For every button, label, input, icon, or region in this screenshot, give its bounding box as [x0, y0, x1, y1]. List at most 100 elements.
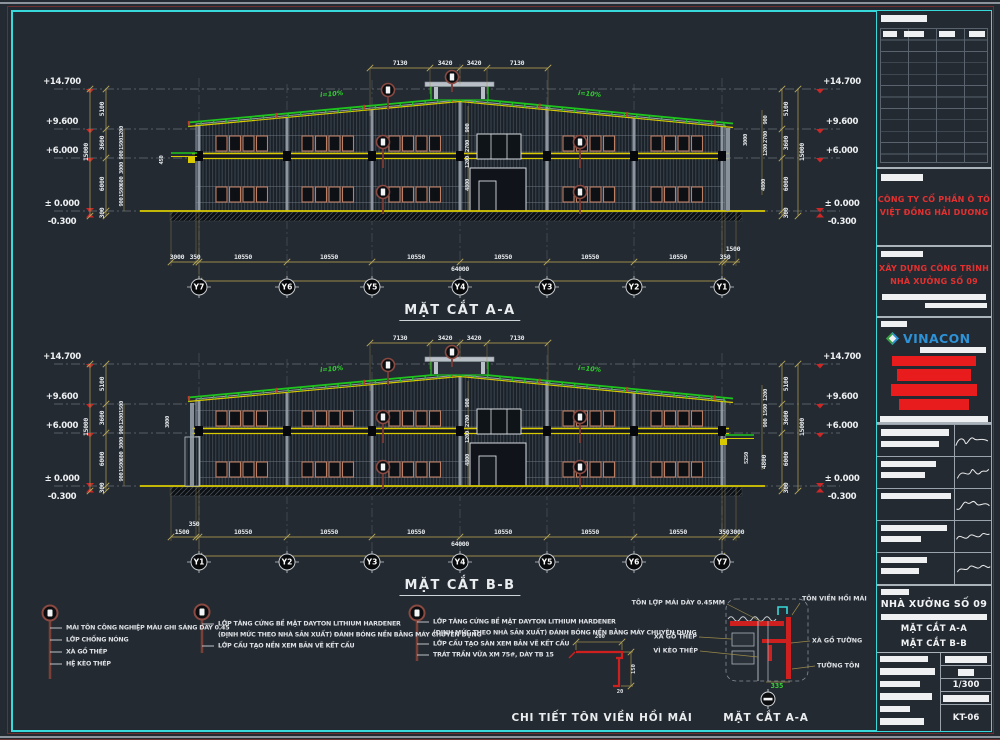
- cad-canvas: +14.700+9.600+6.000± 0.000-0.300 +14.700…: [0, 0, 1000, 740]
- company-name-line2: VIỆT ĐỒNG HẢI DƯƠNG: [877, 206, 991, 219]
- redacted-bar: [883, 31, 897, 37]
- redacted-bar: [881, 568, 919, 574]
- dim-label: 200: [595, 634, 605, 640]
- grid-bubble: Y6: [626, 554, 643, 571]
- dim-label: 20: [617, 689, 624, 695]
- bottom-divider: [0, 736, 1000, 738]
- drawing-scale: 1/300: [953, 680, 980, 690]
- redacted-bar: [880, 706, 910, 712]
- signature-section: [877, 424, 991, 584]
- logo-text: VINACON: [903, 331, 971, 346]
- project-line2: NHÀ XƯỞNG SỐ 09: [877, 275, 991, 288]
- vinacon-diamond-icon: [885, 331, 900, 346]
- grid-bubble: Y5: [364, 279, 381, 296]
- signature-row: [877, 552, 991, 584]
- section-b-title: MẶT CẮT B-B: [399, 578, 520, 596]
- redacted-bar: [969, 31, 985, 37]
- redacted-bar: [881, 614, 987, 620]
- signature-icon: [955, 493, 991, 517]
- footer-table: 1/300 KT-06: [877, 653, 991, 731]
- redacted-bar: [881, 525, 947, 531]
- signature-icon: [955, 557, 991, 581]
- drawing-name-section: NHÀ XƯỞNG SỐ 09 MẶT CẮT A-A MẶT CẮT B-B: [877, 584, 991, 653]
- section-a-title: MẶT CẮT A-A: [399, 303, 520, 321]
- grid-bubble: Y7: [714, 554, 731, 571]
- redacted-bar: [945, 656, 987, 663]
- redacted-red-bar: [891, 384, 977, 396]
- signature-row: [877, 456, 991, 488]
- grid-bubble: Y4: [452, 554, 469, 571]
- vinacon-logo: VINACON: [885, 331, 991, 346]
- footer-left-column: [877, 653, 941, 731]
- redacted-bar: [939, 31, 955, 37]
- signature-row: [877, 520, 991, 552]
- grid-bubble: Y2: [279, 554, 296, 571]
- company-section: CÔNG TY CỔ PHẦN Ô TÔ VIỆT ĐỒNG HẢI DƯƠNG: [877, 169, 991, 247]
- redacted-red-bar: [892, 356, 976, 366]
- signature-row: [877, 488, 991, 520]
- grid-bubble: Y3: [364, 554, 381, 571]
- redacted-bar: [958, 669, 974, 676]
- redacted-bar: [881, 557, 927, 563]
- redacted-bar: [881, 321, 907, 327]
- section-a-drawing: +14.700+9.600+6.000± 0.000-0.300 +14.700…: [20, 50, 870, 330]
- grid-bubble: Y6: [279, 279, 296, 296]
- redacted-bar: [880, 656, 928, 662]
- project-line1: XÂY DỰNG CÔNG TRÌNH: [877, 262, 991, 275]
- redacted-bar: [881, 15, 927, 22]
- footer-right-column: 1/300 KT-06: [941, 653, 991, 731]
- redacted-bar: [882, 294, 986, 300]
- detail-label: XÀ GỒ THÉP: [654, 634, 697, 641]
- section-b-drawing: +14.700+9.600+6.000± 0.000-0.300 +14.700…: [20, 325, 870, 605]
- flashing-detail-title: CHI TIẾT TÔN VIỀN HỒI MÁI: [511, 712, 692, 724]
- top-divider: [0, 2, 1000, 4]
- signature-icon: [955, 429, 991, 453]
- project-section: XÂY DỰNG CÔNG TRÌNH NHÀ XƯỞNG SỐ 09: [877, 247, 991, 318]
- signature-row: [877, 424, 991, 456]
- grid-bubble: Y2: [626, 279, 643, 296]
- redacted-bar: [881, 174, 923, 181]
- redacted-bar: [920, 347, 986, 353]
- grid-bubbles: Y1 Y2 Y3 Y4 Y5 Y6 Y7: [20, 325, 870, 605]
- redacted-bar: [880, 416, 988, 422]
- sheet-title-1: MẶT CẮT A-A: [877, 622, 991, 637]
- detail-label: VÌ KÈO THÉP: [653, 648, 698, 655]
- grid-bubble: Y7: [191, 279, 208, 296]
- redacted-bar: [880, 681, 920, 687]
- legend-and-details: MÁI TÔN CÔNG NGHIỆP MÀU GHI SÁNG DÀY 0.4…: [20, 595, 870, 735]
- redacted-bar: [881, 441, 939, 447]
- redacted-red-bar: [897, 369, 971, 381]
- redacted-bar: [881, 251, 923, 257]
- redacted-bar: [881, 461, 936, 467]
- revision-table: [877, 11, 991, 169]
- redacted-bar: [880, 668, 935, 675]
- revision-grid: [880, 28, 988, 163]
- redacted-bar: [881, 493, 951, 499]
- redacted-red-bar: [899, 399, 969, 410]
- detail-label: TƯỜNG TÔN: [817, 663, 860, 670]
- grid-bubble: Y1: [714, 279, 731, 296]
- detail-label: TÔN VIỀN HỒI MÁI: [802, 596, 867, 603]
- sheet-title-2: MẶT CẮT B-B: [877, 637, 991, 652]
- title-block: CÔNG TY CỔ PHẦN Ô TÔ VIỆT ĐỒNG HẢI DƯƠNG…: [876, 10, 992, 732]
- redacted-bar: [881, 472, 925, 478]
- sheet-number: KT-06: [953, 713, 980, 723]
- redacted-bar: [881, 536, 921, 542]
- detail-label: XÀ GỒ TƯỜNG: [812, 638, 862, 645]
- redacted-bar: [904, 31, 924, 37]
- company-name-line1: CÔNG TY CỔ PHẦN Ô TÔ: [877, 193, 991, 206]
- grid-bubble: Y3: [539, 279, 556, 296]
- section-detail-title: MẶT CẮT A-A: [723, 712, 808, 724]
- redacted-bar: [881, 429, 949, 436]
- grid-bubbles: Y7 Y6 Y5 Y4 Y3 Y2 Y1: [20, 50, 870, 330]
- detail-dim: 335: [771, 682, 784, 690]
- redacted-bar: [880, 693, 932, 700]
- detail-label: TÔN LỢP MÁI DÀY 0.45MM: [632, 600, 725, 607]
- grid-bubble: Y4: [452, 279, 469, 296]
- grid-bubble: Y5: [539, 554, 556, 571]
- redacted-bar: [925, 303, 987, 308]
- redacted-bar: [881, 589, 909, 595]
- signature-icon: [955, 525, 991, 549]
- grid-bubble: Y1: [191, 554, 208, 571]
- redacted-bar: [943, 695, 989, 702]
